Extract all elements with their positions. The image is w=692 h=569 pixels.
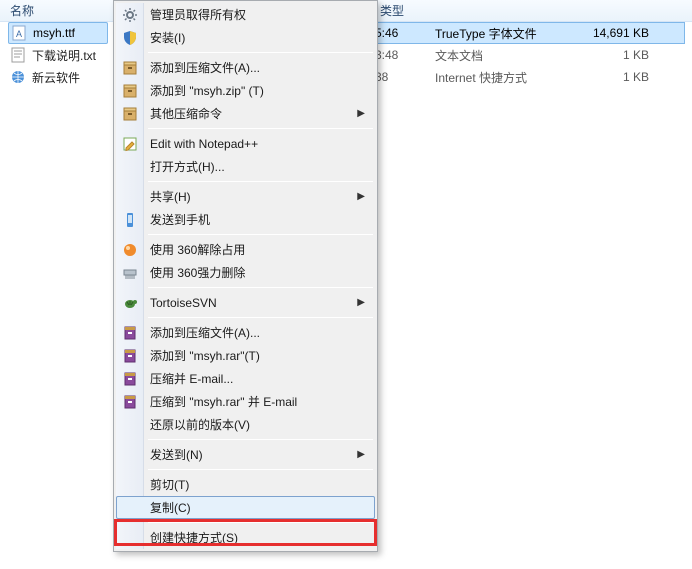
file-name: msyh.ttf	[33, 26, 75, 40]
menu-item[interactable]: 管理员取得所有权	[116, 3, 375, 26]
menu-item[interactable]: 安装(I)	[116, 26, 375, 49]
rar-icon	[122, 325, 138, 341]
svg-text:A: A	[16, 29, 22, 39]
file-name: 新云软件	[32, 69, 80, 86]
menu-item[interactable]: TortoiseSVN ▶	[116, 291, 375, 314]
txt-file-icon	[10, 47, 26, 63]
menu-item-label: 压缩并 E-mail...	[150, 370, 233, 387]
menu-item[interactable]: 使用 360解除占用	[116, 238, 375, 261]
rar-icon	[122, 348, 138, 364]
detail-row[interactable]: 3:48 文本文档 1 KB	[375, 44, 685, 66]
gear-icon	[122, 7, 138, 23]
shredder-icon	[122, 265, 138, 281]
menu-separator	[148, 287, 373, 288]
rar-icon	[122, 394, 138, 410]
menu-item[interactable]: 压缩到 "msyh.rar" 并 E-mail	[116, 390, 375, 413]
menu-item-label: 添加到 "msyh.zip" (T)	[150, 82, 264, 99]
menu-item[interactable]: 发送到手机	[116, 208, 375, 231]
file-type: Internet 快捷方式	[425, 69, 575, 86]
submenu-arrow-icon: ▶	[357, 108, 365, 119]
url-file-icon	[10, 69, 26, 85]
submenu-arrow-icon: ▶	[357, 449, 365, 460]
header-type[interactable]: 类型	[380, 2, 480, 19]
menu-item-label: 复制(C)	[150, 499, 191, 516]
menu-item-label: 其他压缩命令	[150, 105, 222, 122]
menu-item[interactable]: 压缩并 E-mail...	[116, 367, 375, 390]
menu-item-label: 管理员取得所有权	[150, 6, 246, 23]
file-name: 下载说明.txt	[32, 47, 96, 64]
detail-row[interactable]: 5:46 TrueType 字体文件 14,691 KB	[375, 22, 685, 44]
menu-separator	[148, 317, 373, 318]
menu-item-label: 压缩到 "msyh.rar" 并 E-mail	[150, 393, 297, 410]
menu-separator	[148, 181, 373, 182]
file-size: 1 KB	[575, 70, 665, 84]
menu-item-label: 发送到(N)	[150, 446, 203, 463]
menu-item-label: Edit with Notepad++	[150, 137, 258, 151]
orange-ball-icon	[122, 242, 138, 258]
submenu-arrow-icon: ▶	[357, 297, 365, 308]
menu-item-label: 使用 360解除占用	[150, 241, 245, 258]
file-size: 1 KB	[575, 48, 665, 62]
file-date: 5:46	[375, 26, 425, 40]
context-menu: 管理员取得所有权安装(I) 添加到压缩文件(A)... 添加到 "msyh.zip"…	[113, 0, 378, 552]
menu-item[interactable]: 打开方式(H)...	[116, 155, 375, 178]
menu-item-label: 添加到压缩文件(A)...	[150, 324, 260, 341]
rar-icon	[122, 371, 138, 387]
menu-item[interactable]: 发送到(N) ▶	[116, 443, 375, 466]
menu-separator	[148, 128, 373, 129]
menu-item-label: 剪切(T)	[150, 476, 189, 493]
menu-item[interactable]: 创建快捷方式(S)	[116, 526, 375, 549]
tortoise-icon	[122, 295, 138, 311]
menu-item-label: 创建快捷方式(S)	[150, 529, 238, 546]
menu-item[interactable]: 还原以前的版本(V)	[116, 413, 375, 436]
menu-item-label: 发送到手机	[150, 211, 210, 228]
archive-icon	[122, 60, 138, 76]
menu-item-label: 打开方式(H)...	[150, 158, 225, 175]
menu-item-label: 安装(I)	[150, 29, 185, 46]
menu-item-label: 还原以前的版本(V)	[150, 416, 250, 433]
menu-item-label: 添加到 "msyh.rar"(T)	[150, 347, 260, 364]
phone-icon	[122, 212, 138, 228]
menu-item-label: 使用 360强力删除	[150, 264, 245, 281]
menu-separator	[148, 234, 373, 235]
menu-item-label: TortoiseSVN	[150, 296, 217, 310]
file-date: 38	[375, 70, 425, 84]
menu-item[interactable]: Edit with Notepad++	[116, 132, 375, 155]
menu-item[interactable]: 剪切(T)	[116, 473, 375, 496]
menu-separator	[148, 522, 373, 523]
archive-icon	[122, 106, 138, 122]
file-type: TrueType 字体文件	[425, 25, 575, 42]
file-date: 3:48	[375, 48, 425, 62]
menu-separator	[148, 469, 373, 470]
file-type: 文本文档	[425, 47, 575, 64]
font-file-icon: A	[11, 25, 27, 41]
menu-item[interactable]: 添加到 "msyh.rar"(T)	[116, 344, 375, 367]
menu-item[interactable]: 添加到 "msyh.zip" (T)	[116, 79, 375, 102]
file-details: 5:46 TrueType 字体文件 14,691 KB 3:48 文本文档 1…	[375, 22, 685, 88]
menu-separator	[148, 439, 373, 440]
menu-separator	[148, 52, 373, 53]
notepad-icon	[122, 136, 138, 152]
menu-item[interactable]: 使用 360强力删除	[116, 261, 375, 284]
menu-item-label: 添加到压缩文件(A)...	[150, 59, 260, 76]
file-row-selected[interactable]: A msyh.ttf	[8, 22, 108, 44]
menu-item[interactable]: 其他压缩命令 ▶	[116, 102, 375, 125]
menu-item[interactable]: 共享(H) ▶	[116, 185, 375, 208]
menu-item-label: 共享(H)	[150, 188, 191, 205]
menu-item[interactable]: 添加到压缩文件(A)...	[116, 321, 375, 344]
archive-icon	[122, 83, 138, 99]
menu-item[interactable]: 添加到压缩文件(A)...	[116, 56, 375, 79]
detail-row[interactable]: 38 Internet 快捷方式 1 KB	[375, 66, 685, 88]
menu-item[interactable]: 复制(C)	[116, 496, 375, 519]
shield-icon	[122, 30, 138, 46]
submenu-arrow-icon: ▶	[357, 191, 365, 202]
file-size: 14,691 KB	[575, 26, 665, 40]
